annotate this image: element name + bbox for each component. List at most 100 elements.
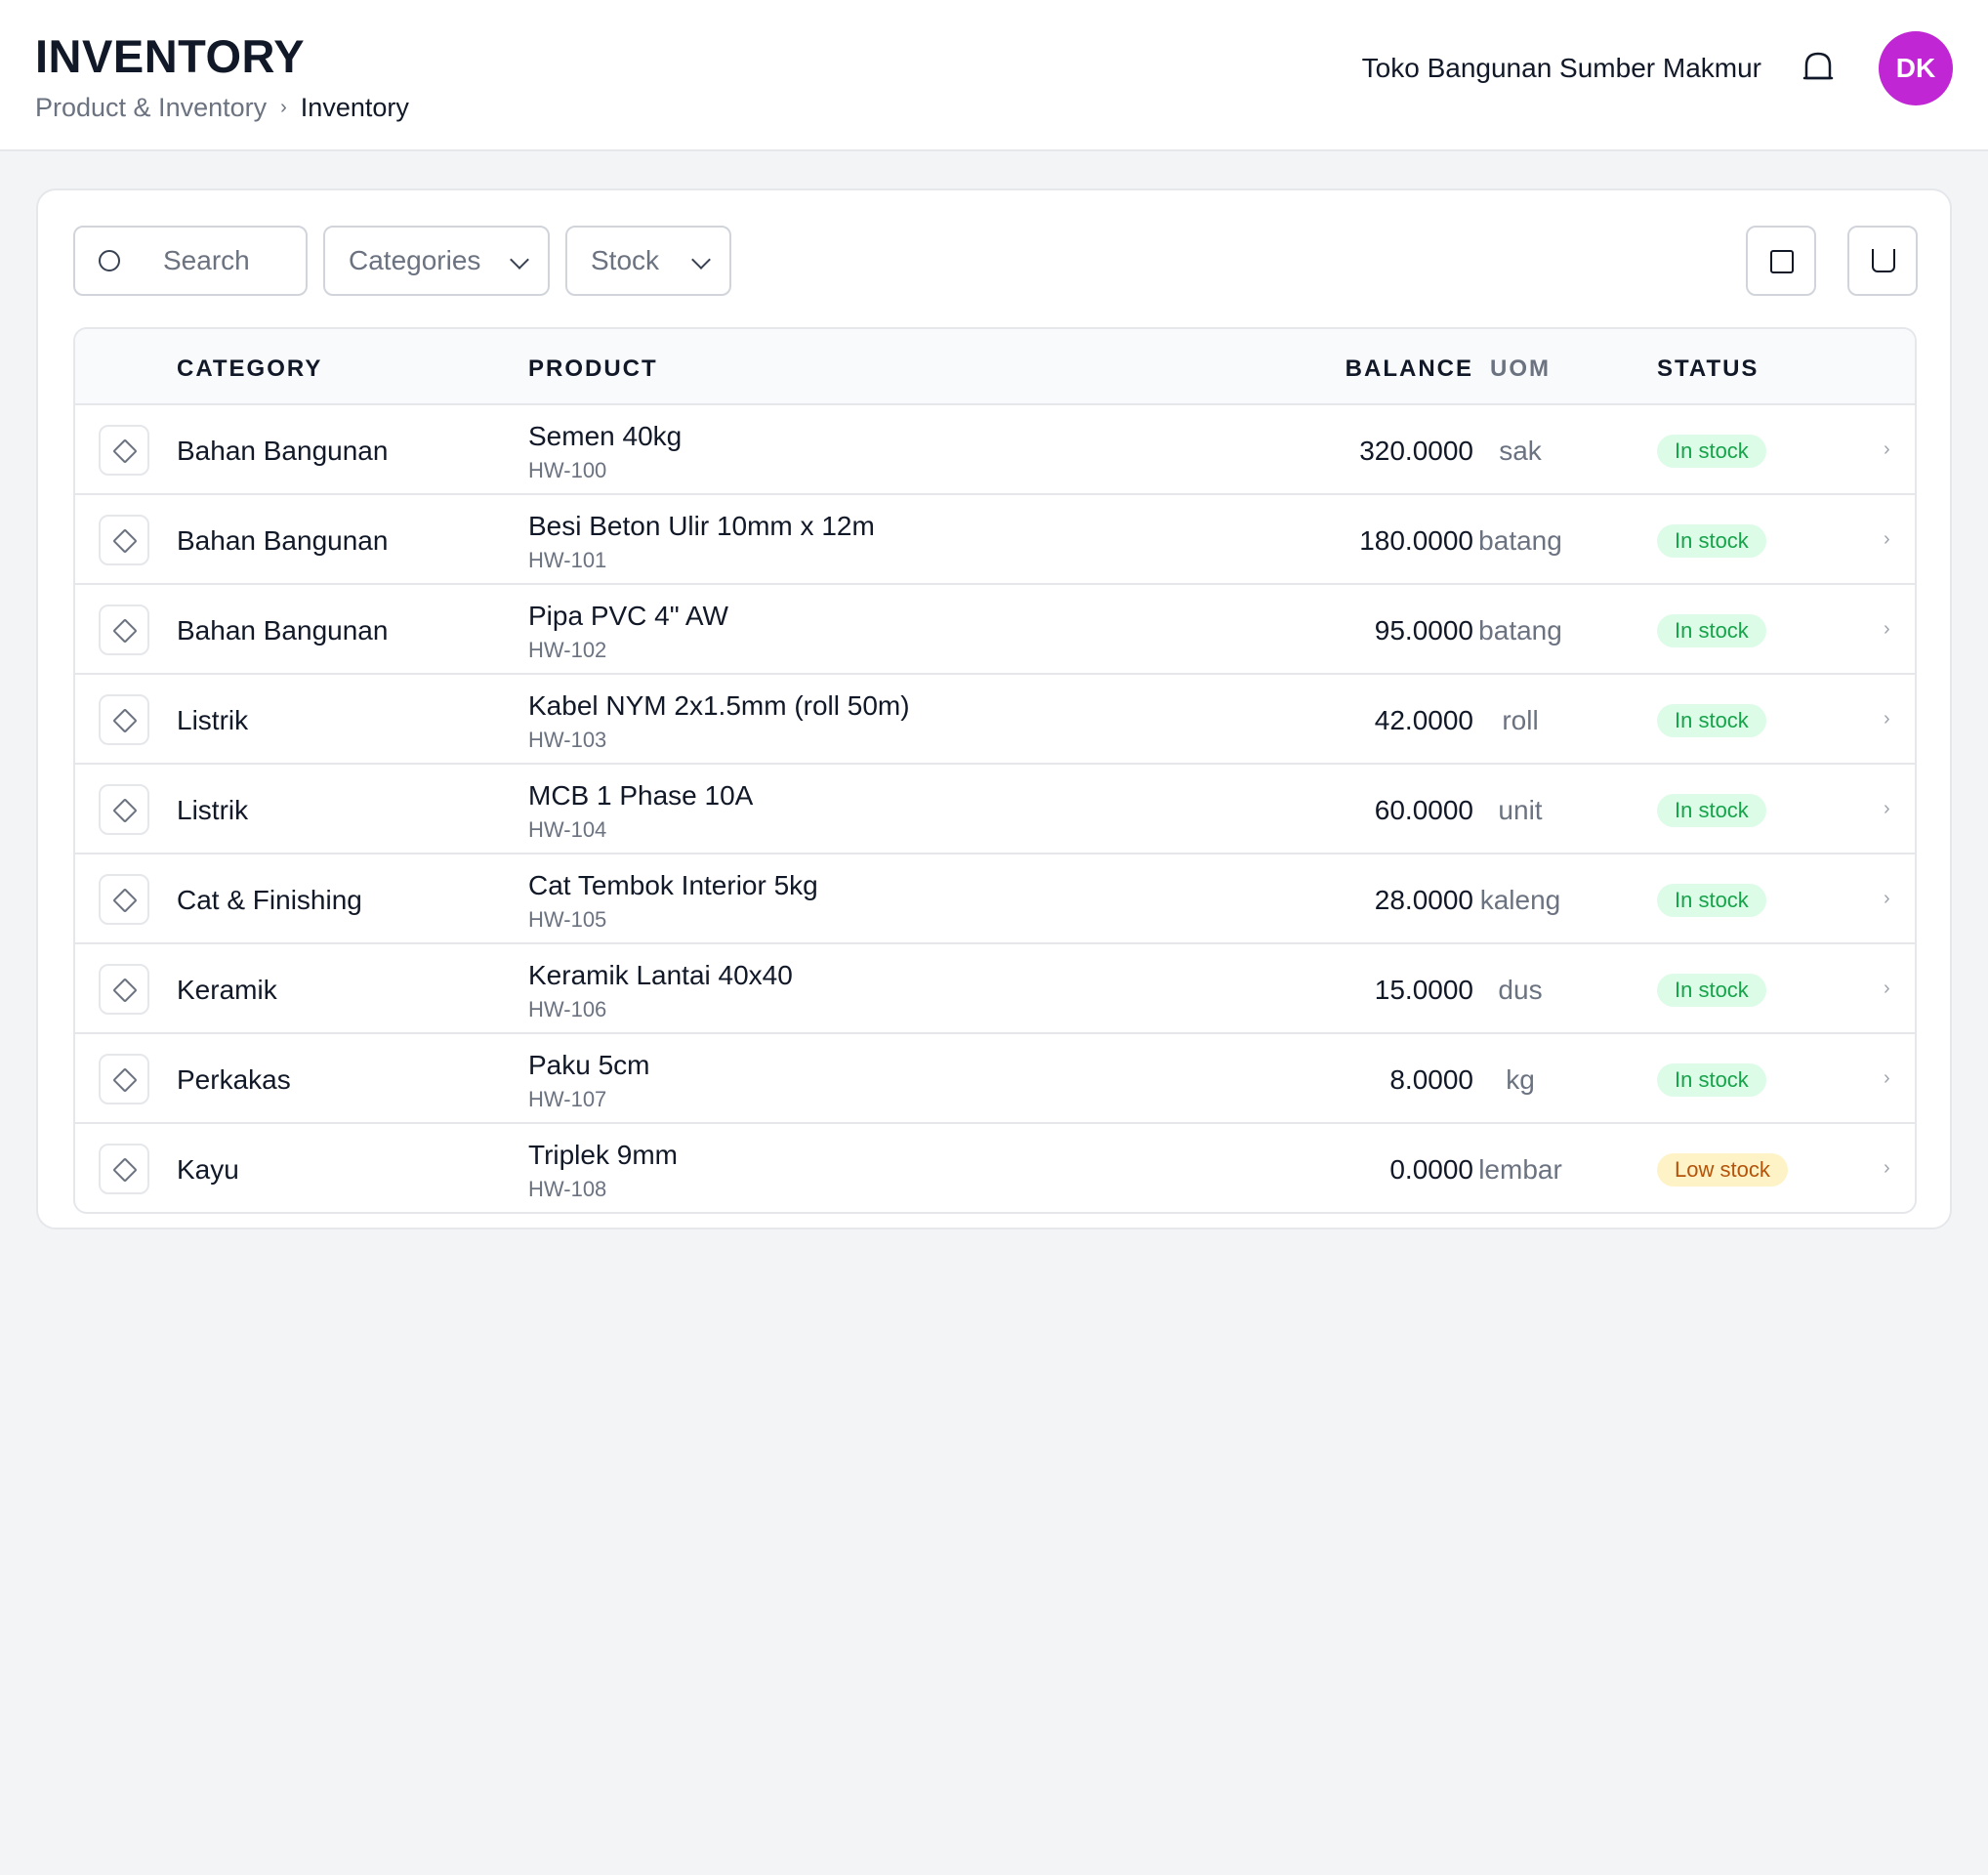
diamond-icon bbox=[112, 1157, 138, 1183]
table-header: CATEGORY PRODUCT BALANCE UOM STATUS bbox=[75, 329, 1915, 405]
avatar[interactable]: DK bbox=[1879, 31, 1953, 105]
status-badge: In stock bbox=[1657, 524, 1766, 558]
square-button[interactable] bbox=[1746, 226, 1816, 296]
inventory-table: CATEGORY PRODUCT BALANCE UOM STATUS Baha… bbox=[73, 327, 1917, 1214]
search-placeholder: Search bbox=[163, 245, 250, 275]
table-row[interactable]: Listrik Kabel NYM 2x1.5mm (roll 50m) HW-10… bbox=[75, 675, 1915, 765]
cell-product-name[interactable]: Paku 5cm bbox=[528, 1050, 650, 1081]
bell-icon[interactable] bbox=[1802, 51, 1835, 84]
table-row[interactable]: Bahan Bangunan Besi Beton Ulir 10mm x 12m… bbox=[75, 495, 1915, 585]
search-icon bbox=[99, 250, 120, 271]
chevron-right-icon[interactable]: › bbox=[1884, 708, 1890, 730]
column-header-balance[interactable]: BALANCE bbox=[1346, 355, 1473, 383]
cell-uom: batang bbox=[1478, 525, 1562, 556]
diamond-icon bbox=[112, 978, 138, 1003]
diamond-icon bbox=[112, 708, 138, 733]
product-thumbnail bbox=[99, 604, 149, 655]
chevron-right-icon[interactable]: › bbox=[1884, 1157, 1890, 1180]
categories-dropdown[interactable]: Categories bbox=[323, 226, 550, 296]
table-row[interactable]: Listrik MCB 1 Phase 10A HW-104 60.0000 unit I… bbox=[75, 765, 1915, 854]
cell-category: Perkakas bbox=[177, 1064, 291, 1095]
cell-uom: sak bbox=[1499, 436, 1542, 466]
cell-balance: 180.0000 bbox=[1359, 525, 1473, 556]
chevron-right-icon[interactable]: › bbox=[1884, 978, 1890, 1000]
chevron-right-icon[interactable]: › bbox=[1884, 438, 1890, 461]
diamond-icon bbox=[112, 798, 138, 823]
chevron-right-icon[interactable]: › bbox=[1884, 528, 1890, 551]
cell-uom: kaleng bbox=[1479, 885, 1561, 915]
cell-balance: 15.0000 bbox=[1374, 975, 1473, 1005]
cell-uom: unit bbox=[1498, 795, 1543, 825]
column-header-category[interactable]: CATEGORY bbox=[177, 355, 322, 383]
search-input[interactable]: Search bbox=[73, 226, 308, 296]
breadcrumb-item-product-inventory[interactable]: Product & Inventory bbox=[35, 93, 267, 123]
product-thumbnail bbox=[99, 964, 149, 1015]
product-thumbnail bbox=[99, 874, 149, 925]
chevron-right-icon[interactable]: › bbox=[1884, 1067, 1890, 1090]
cell-category: Cat & Finishing bbox=[177, 885, 362, 915]
cup-button[interactable] bbox=[1847, 226, 1918, 296]
cell-uom: batang bbox=[1478, 615, 1562, 646]
categories-label: Categories bbox=[349, 245, 481, 275]
chevron-right-icon[interactable]: › bbox=[1884, 618, 1890, 641]
page-title: INVENTORY bbox=[35, 30, 306, 82]
diamond-icon bbox=[112, 888, 138, 913]
cell-product-name[interactable]: Besi Beton Ulir 10mm x 12m bbox=[528, 511, 875, 542]
status-badge: In stock bbox=[1657, 974, 1766, 1007]
cell-product-sku: HW-103 bbox=[528, 728, 607, 752]
product-thumbnail bbox=[99, 694, 149, 745]
table-row[interactable]: Perkakas Paku 5cm HW-107 8.0000 kg In stock › bbox=[75, 1034, 1915, 1124]
column-header-status[interactable]: STATUS bbox=[1657, 355, 1759, 383]
breadcrumb-separator: › bbox=[280, 97, 287, 118]
cell-category: Listrik bbox=[177, 795, 249, 825]
cell-product-name[interactable]: Triplek 9mm bbox=[528, 1140, 678, 1171]
store-name[interactable]: Toko Bangunan Sumber Makmur bbox=[1362, 53, 1761, 84]
stock-dropdown[interactable]: Stock bbox=[565, 226, 731, 296]
diamond-icon bbox=[112, 1067, 138, 1093]
inventory-card: Search Categories Stock CATEGORY PRODUCT… bbox=[36, 188, 1952, 1229]
cell-product-sku: HW-102 bbox=[528, 638, 607, 662]
cell-balance: 60.0000 bbox=[1374, 795, 1473, 825]
product-thumbnail bbox=[99, 515, 149, 565]
table-row[interactable]: Kayu Triplek 9mm HW-108 0.0000 lembar Low sto… bbox=[75, 1124, 1915, 1212]
column-header-product[interactable]: PRODUCT bbox=[528, 355, 658, 383]
breadcrumb-item-inventory: Inventory bbox=[300, 93, 409, 122]
chevron-right-icon[interactable]: › bbox=[1884, 798, 1890, 820]
cell-product-name[interactable]: Kabel NYM 2x1.5mm (roll 50m) bbox=[528, 690, 910, 722]
diamond-icon bbox=[112, 618, 138, 644]
page-header: INVENTORY Product & Inventory › Inventor… bbox=[0, 0, 1988, 151]
table-row[interactable]: Bahan Bangunan Pipa PVC 4" AW HW-102 95.000… bbox=[75, 585, 1915, 675]
table-row[interactable]: Keramik Keramik Lantai 40x40 HW-106 15.0000… bbox=[75, 944, 1915, 1034]
diamond-icon bbox=[112, 528, 138, 554]
cell-category: Bahan Bangunan bbox=[177, 436, 389, 466]
chevron-right-icon[interactable]: › bbox=[1884, 888, 1890, 910]
table-row[interactable]: Bahan Bangunan Semen 40kg HW-100 320.0000 sa… bbox=[75, 405, 1915, 495]
square-icon bbox=[1770, 250, 1794, 273]
column-header-uom[interactable]: UOM bbox=[1462, 355, 1579, 383]
cell-product-name[interactable]: Semen 40kg bbox=[528, 421, 682, 452]
cell-uom: lembar bbox=[1478, 1154, 1562, 1185]
cell-product-name[interactable]: MCB 1 Phase 10A bbox=[528, 780, 753, 812]
cell-product-sku: HW-108 bbox=[528, 1177, 607, 1201]
status-badge: In stock bbox=[1657, 614, 1766, 647]
status-badge: Low stock bbox=[1657, 1153, 1788, 1187]
cell-balance: 42.0000 bbox=[1374, 705, 1473, 735]
status-badge: In stock bbox=[1657, 704, 1766, 737]
cell-category: Keramik bbox=[177, 975, 277, 1005]
table-body: Bahan Bangunan Semen 40kg HW-100 320.0000 sa… bbox=[75, 405, 1915, 1212]
cell-product-name[interactable]: Cat Tembok Interior 5kg bbox=[528, 870, 818, 901]
table-row[interactable]: Cat & Finishing Cat Tembok Interior 5kg HW… bbox=[75, 854, 1915, 944]
cell-product-sku: HW-104 bbox=[528, 817, 607, 842]
product-thumbnail bbox=[99, 1144, 149, 1194]
cell-category: Bahan Bangunan bbox=[177, 525, 389, 556]
cell-product-name[interactable]: Keramik Lantai 40x40 bbox=[528, 960, 793, 991]
status-badge: In stock bbox=[1657, 435, 1766, 468]
status-badge: In stock bbox=[1657, 1063, 1766, 1097]
cell-product-sku: HW-100 bbox=[528, 458, 607, 482]
diamond-icon bbox=[112, 438, 138, 464]
status-badge: In stock bbox=[1657, 794, 1766, 827]
cell-balance: 95.0000 bbox=[1374, 615, 1473, 646]
cell-product-sku: HW-105 bbox=[528, 907, 607, 932]
cell-category: Listrik bbox=[177, 705, 249, 735]
cell-product-name[interactable]: Pipa PVC 4" AW bbox=[528, 601, 728, 632]
